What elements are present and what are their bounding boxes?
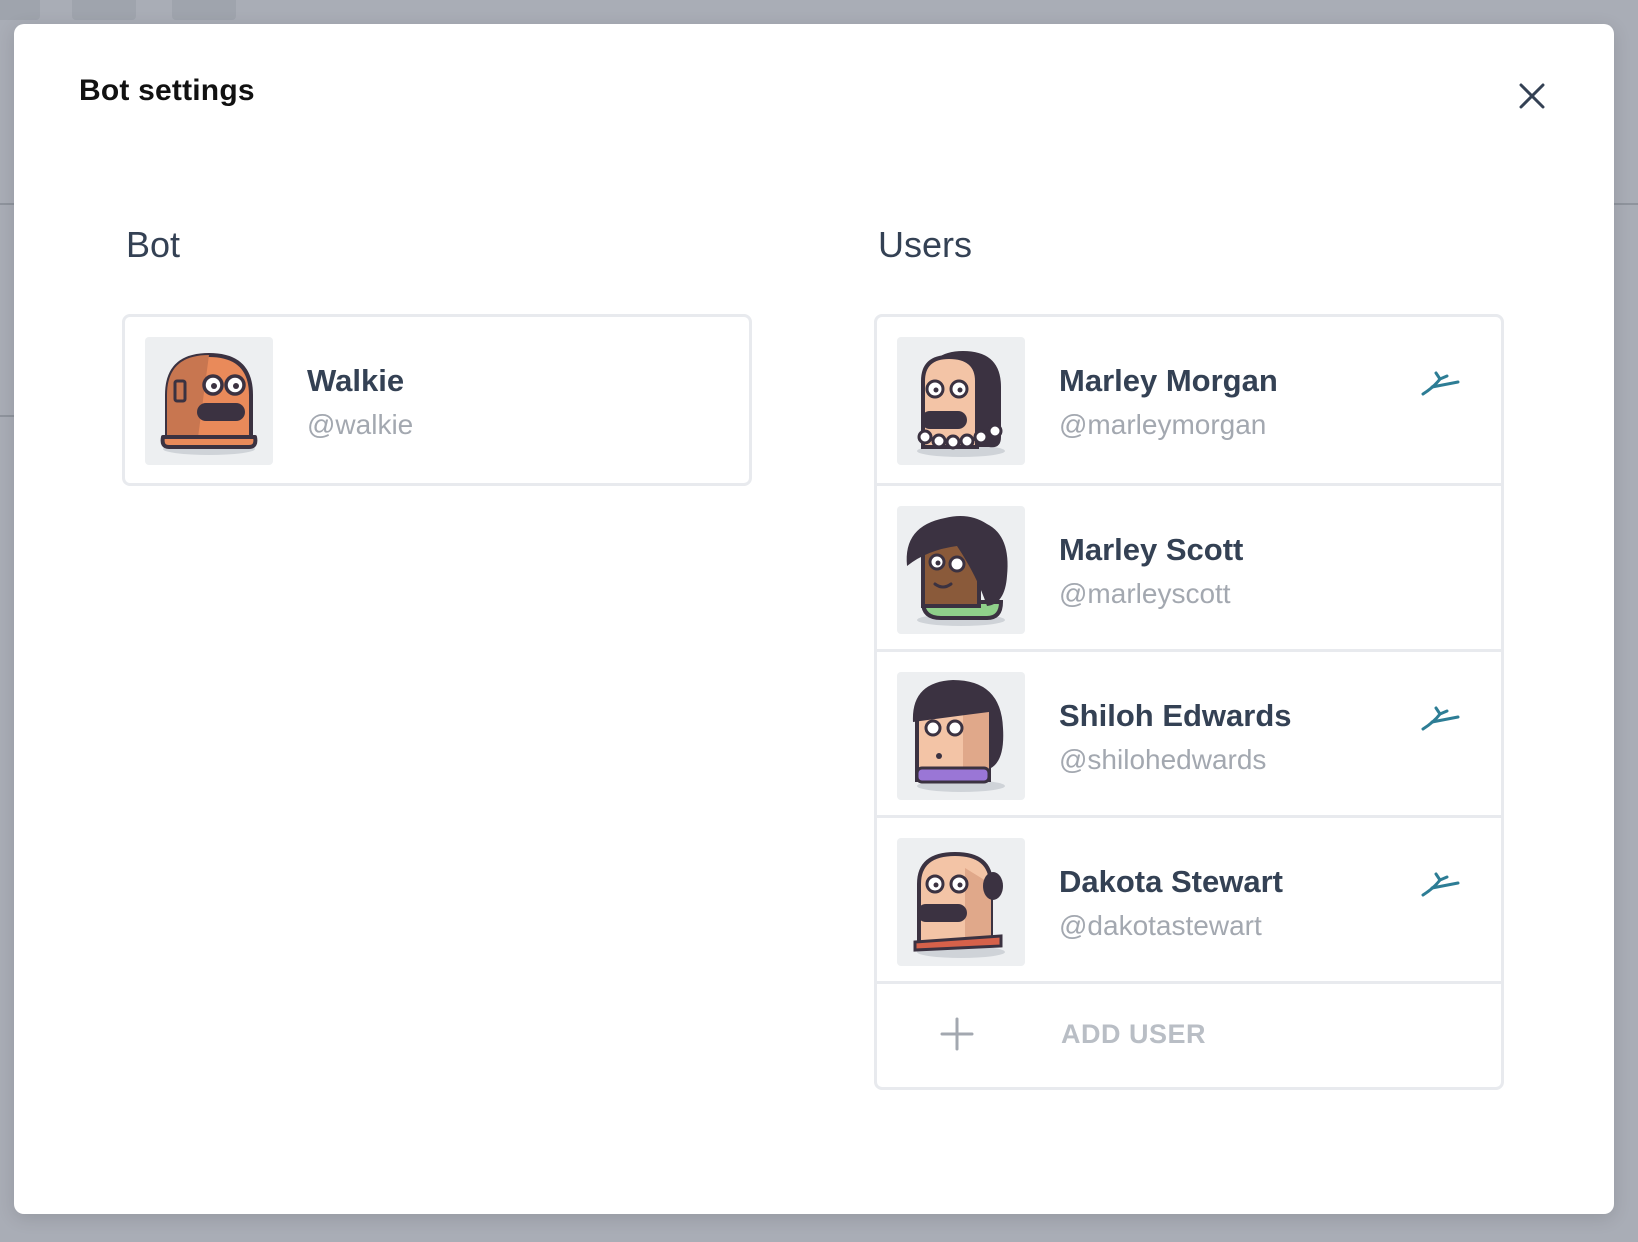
add-user-button[interactable]: ADD USER <box>877 981 1501 1082</box>
bot-handle: @walkie <box>307 409 414 440</box>
robot-avatar <box>145 337 273 465</box>
background-avatar <box>172 0 236 20</box>
user-name: Dakota Stewart <box>1059 864 1283 899</box>
user-name: Marley Morgan <box>1059 363 1278 398</box>
bot-row[interactable]: Walkie @walkie <box>125 317 749 483</box>
user-name: Shiloh Edwards <box>1059 698 1292 733</box>
modal-title: Bot settings <box>79 74 255 107</box>
bot-section-heading: Bot <box>126 224 181 265</box>
plus-icon <box>939 1016 975 1052</box>
background-divider <box>0 203 14 205</box>
users-list: Marley Morgan @marleymorgan Marley Scott… <box>874 314 1504 1090</box>
bot-card: Walkie @walkie <box>122 314 752 486</box>
bot-settings-modal: Bot settings Bot Walkie @walkie Users Ma… <box>14 24 1614 1214</box>
user-row[interactable]: Marley Morgan @marleymorgan <box>877 317 1501 483</box>
user-avatar <box>897 672 1025 800</box>
background-divider <box>1614 203 1638 205</box>
user-handle: @marleyscott <box>1059 578 1231 609</box>
user-name: Marley Scott <box>1059 532 1244 567</box>
bot-name: Walkie <box>307 363 405 398</box>
close-button[interactable] <box>1512 76 1552 116</box>
background-avatar <box>72 0 136 20</box>
user-row[interactable]: Marley Scott @marleyscott <box>877 483 1501 649</box>
user-avatar <box>897 838 1025 966</box>
background-divider <box>0 415 14 417</box>
add-user-label: ADD USER <box>1061 1019 1207 1049</box>
admin-badge-icon <box>1420 702 1464 738</box>
user-row[interactable]: Dakota Stewart @dakotastewart <box>877 815 1501 981</box>
users-section-heading: Users <box>878 224 973 265</box>
user-avatar <box>897 506 1025 634</box>
background-avatar <box>0 0 40 20</box>
user-handle: @marleymorgan <box>1059 409 1267 440</box>
admin-badge-icon <box>1420 868 1464 904</box>
admin-badge-icon <box>1420 367 1464 403</box>
user-handle: @shilohedwards <box>1059 744 1267 775</box>
user-handle: @dakotastewart <box>1059 910 1262 941</box>
user-row[interactable]: Shiloh Edwards @shilohedwards <box>877 649 1501 815</box>
user-avatar <box>897 337 1025 465</box>
close-icon <box>1519 83 1545 109</box>
